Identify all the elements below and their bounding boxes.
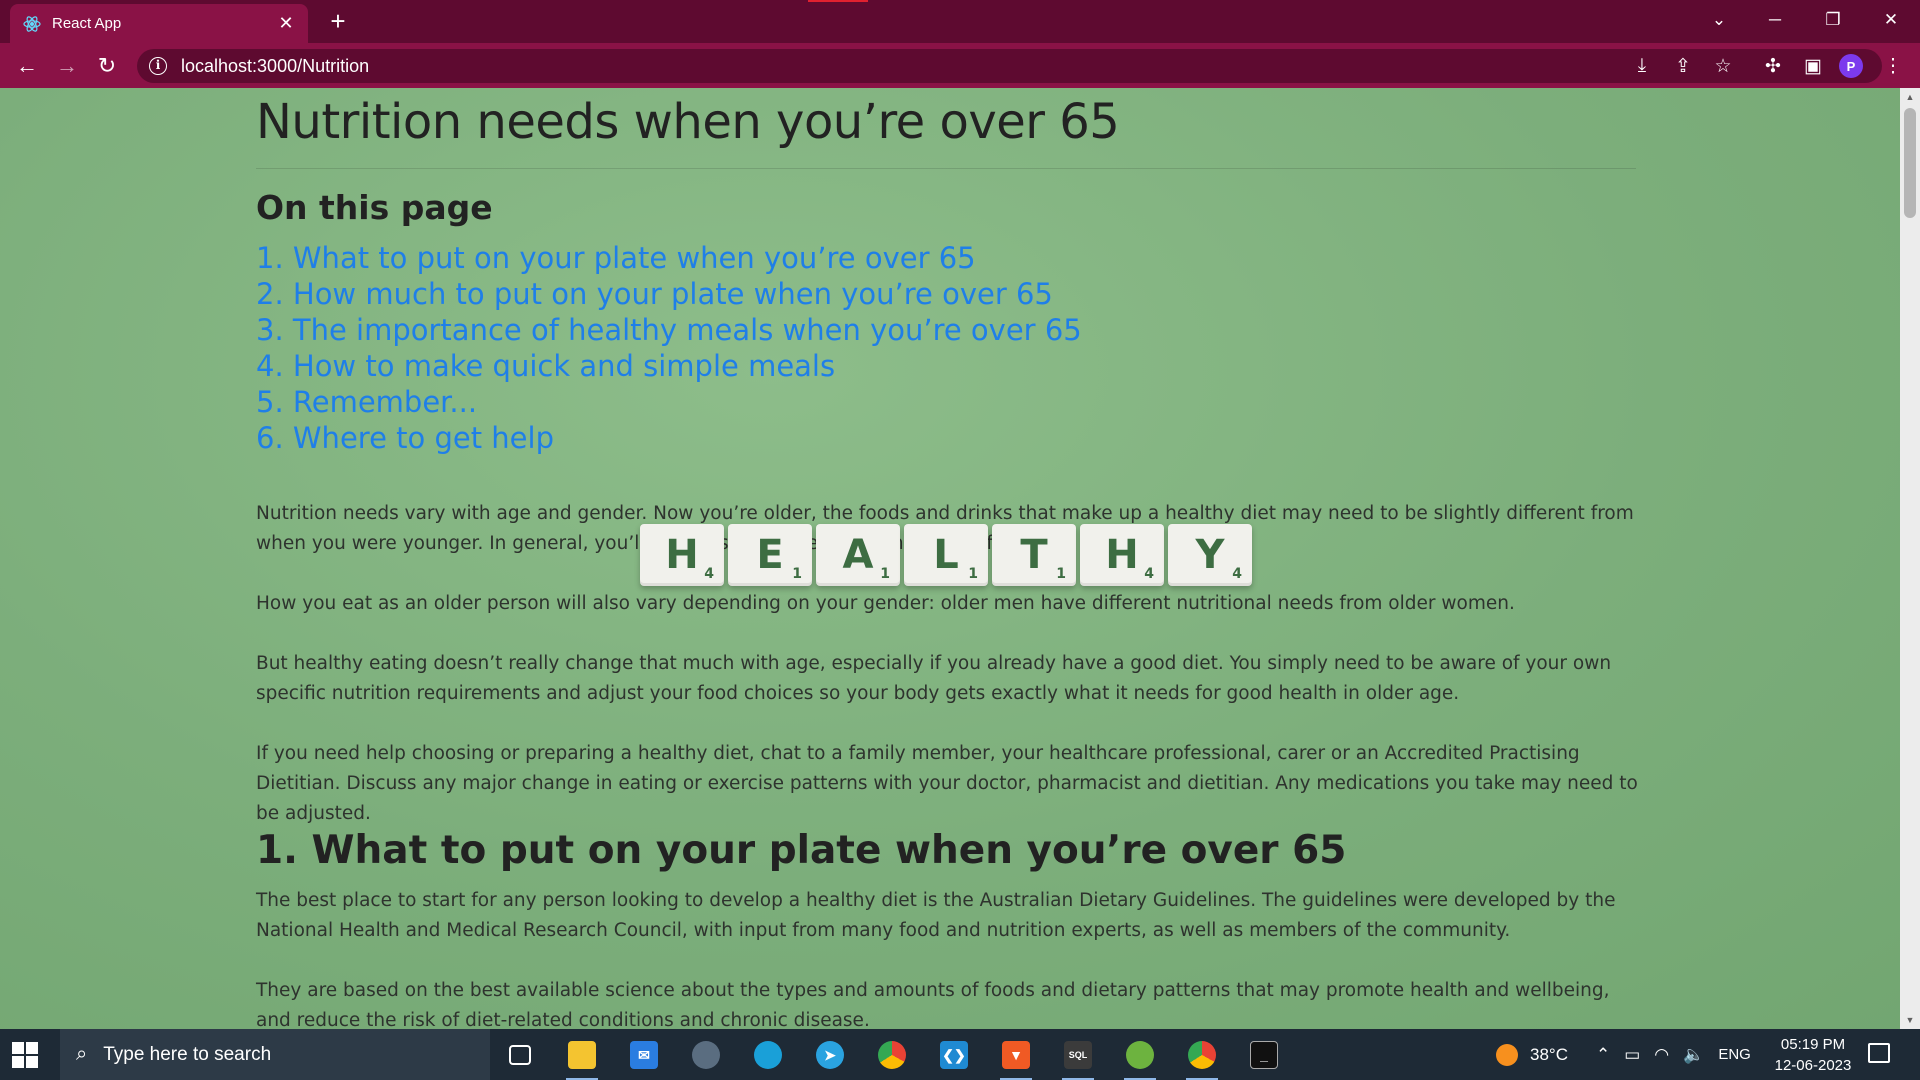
url-text[interactable]: localhost:3000/Nutrition [181, 56, 369, 77]
minimize-icon[interactable]: ─ [1752, 0, 1798, 40]
chrome-profile-icon[interactable] [1180, 1035, 1224, 1080]
share-icon[interactable]: ⇪ [1668, 51, 1698, 81]
tile-points: 1 [1056, 566, 1066, 582]
weather-icon[interactable] [1496, 1043, 1518, 1066]
help-paragraph: If you need help choosing or preparing a… [256, 743, 1638, 824]
tile-points: 4 [1144, 566, 1154, 582]
divider [256, 168, 1636, 169]
tile-points: 1 [968, 566, 978, 582]
tile-letter: Y [1195, 532, 1225, 578]
taskbar-search[interactable]: ⌕ Type here to search [60, 1029, 490, 1080]
tile-letter: A [842, 532, 874, 578]
letter-tile: Y4 [1168, 524, 1252, 586]
section-1-heading: 1. What to put on your plate when you’re… [256, 828, 1347, 873]
table-of-contents: 1. What to put on your plate when you’re… [256, 240, 1082, 456]
side-panel-icon[interactable]: ▣ [1798, 51, 1828, 81]
forward-icon[interactable]: → [50, 49, 84, 83]
toc-heading: On this page [256, 188, 493, 227]
tile-letter: E [756, 532, 784, 578]
loading-indicator [808, 0, 868, 2]
scrollbar-thumb[interactable] [1904, 108, 1916, 218]
new-tab-icon[interactable]: + [324, 8, 352, 36]
tab-strip: React App ✕ + ⌄ ─ ❐ ✕ [0, 0, 1920, 43]
notifications-icon[interactable] [1868, 1043, 1890, 1063]
healthy-eating-paragraph: But healthy eating doesn’t really change… [256, 653, 1612, 704]
close-window-icon[interactable]: ✕ [1868, 0, 1914, 40]
tab-react-app[interactable]: React App ✕ [10, 4, 308, 43]
tile-letter: H [1105, 532, 1139, 578]
file-explorer-icon[interactable] [560, 1035, 604, 1080]
clock-date: 12-06-2023 [1774, 1057, 1852, 1074]
tile-points: 4 [1232, 566, 1242, 582]
tile-points: 1 [792, 566, 802, 582]
restore-icon[interactable]: ❐ [1810, 0, 1856, 40]
letter-tile: H4 [1080, 524, 1164, 586]
edge-icon[interactable] [746, 1035, 790, 1075]
language-indicator[interactable]: ENG [1718, 1046, 1751, 1063]
clock[interactable]: 05:19 PM 12-06-2023 [1768, 1034, 1858, 1076]
windows-start-icon[interactable] [12, 1042, 38, 1068]
spring-icon[interactable] [1118, 1035, 1162, 1080]
letter-tile: A1 [816, 524, 900, 586]
telegram-icon[interactable]: ➤ [808, 1035, 852, 1075]
browser-toolbar: ← → ↻ i localhost:3000/Nutrition ⤓ ⇪ ☆ ✣… [0, 43, 1920, 88]
address-bar[interactable]: i localhost:3000/Nutrition [137, 49, 1882, 83]
tile-points: 4 [704, 566, 714, 582]
letter-tile: L1 [904, 524, 988, 586]
letter-tile: E1 [728, 524, 812, 586]
terminal-icon[interactable]: _ [1242, 1035, 1286, 1075]
guidelines-paragraph: The best place to start for any person l… [256, 890, 1616, 941]
toc-link-importance[interactable]: 3. The importance of healthy meals when … [256, 312, 1082, 348]
mail-icon[interactable]: ✉ [622, 1035, 666, 1075]
close-tab-icon[interactable]: ✕ [276, 13, 296, 34]
extensions-icon[interactable]: ✣ [1758, 51, 1788, 81]
info-icon[interactable]: i [149, 57, 167, 75]
tab-search-icon[interactable]: ⌄ [1696, 0, 1742, 40]
react-icon [23, 15, 41, 32]
healthy-tiles-image: H4 E1 A1 L1 T1 H4 Y4 [640, 524, 1252, 586]
profile-avatar[interactable]: P [1839, 54, 1863, 78]
system-tray: 38°C ⌃ ▭ ◠ 🔈 ENG [1496, 1029, 1751, 1080]
reload-icon[interactable]: ↻ [90, 49, 124, 83]
battery-icon[interactable]: ▭ [1624, 1045, 1640, 1065]
task-view-icon[interactable] [498, 1035, 542, 1075]
volume-icon[interactable]: 🔈 [1683, 1045, 1704, 1065]
tile-letter: L [933, 532, 959, 578]
toc-link-quick-meals[interactable]: 4. How to make quick and simple meals [256, 348, 1082, 384]
toc-link-how-much[interactable]: 2. How much to put on your plate when yo… [256, 276, 1082, 312]
menu-icon[interactable]: ⋮ [1878, 51, 1908, 81]
weather-temp[interactable]: 38°C [1530, 1045, 1568, 1065]
science-paragraph: They are based on the best available sci… [256, 980, 1610, 1029]
tab-title: React App [52, 15, 122, 32]
toc-link-plate[interactable]: 1. What to put on your plate when you’re… [256, 240, 1082, 276]
clock-time: 05:19 PM [1780, 1036, 1846, 1053]
vscode-icon[interactable]: ❮❯ [932, 1035, 976, 1075]
brave-icon[interactable]: ▼ [994, 1035, 1038, 1080]
page-title: Nutrition needs when you’re over 65 [256, 94, 1120, 150]
search-icon: ⌕ [76, 1043, 88, 1065]
letter-tile: T1 [992, 524, 1076, 586]
toc-link-help[interactable]: 6. Where to get help [256, 420, 1082, 456]
page-viewport: Nutrition needs when you’re over 65 On t… [0, 88, 1920, 1029]
back-icon[interactable]: ← [10, 49, 44, 83]
search-placeholder: Type here to search [103, 1043, 272, 1065]
tile-letter: H [665, 532, 699, 578]
scroll-up-icon[interactable]: ▲ [1900, 92, 1920, 102]
tile-points: 1 [880, 566, 890, 582]
page-scrollbar[interactable]: ▲ ▼ [1900, 88, 1920, 1029]
letter-tile: H4 [640, 524, 724, 586]
bookmark-star-icon[interactable]: ☆ [1708, 51, 1738, 81]
windows-taskbar: ⌕ Type here to search ✉ ➤ ❮❯ ▼ SQL _ 38°… [0, 1029, 1920, 1080]
toc-link-remember[interactable]: 5. Remember... [256, 384, 1082, 420]
scroll-down-icon[interactable]: ▼ [1900, 1015, 1920, 1025]
show-hidden-icons[interactable]: ⌃ [1596, 1045, 1610, 1065]
mysql-icon[interactable]: SQL [1056, 1035, 1100, 1080]
app-icon[interactable] [684, 1035, 728, 1075]
install-icon[interactable]: ⤓ [1627, 51, 1657, 81]
gender-paragraph: How you eat as an older person will also… [256, 593, 1515, 614]
chrome-icon[interactable] [870, 1035, 914, 1075]
network-icon[interactable]: ◠ [1654, 1045, 1669, 1065]
tile-letter: T [1020, 532, 1048, 578]
